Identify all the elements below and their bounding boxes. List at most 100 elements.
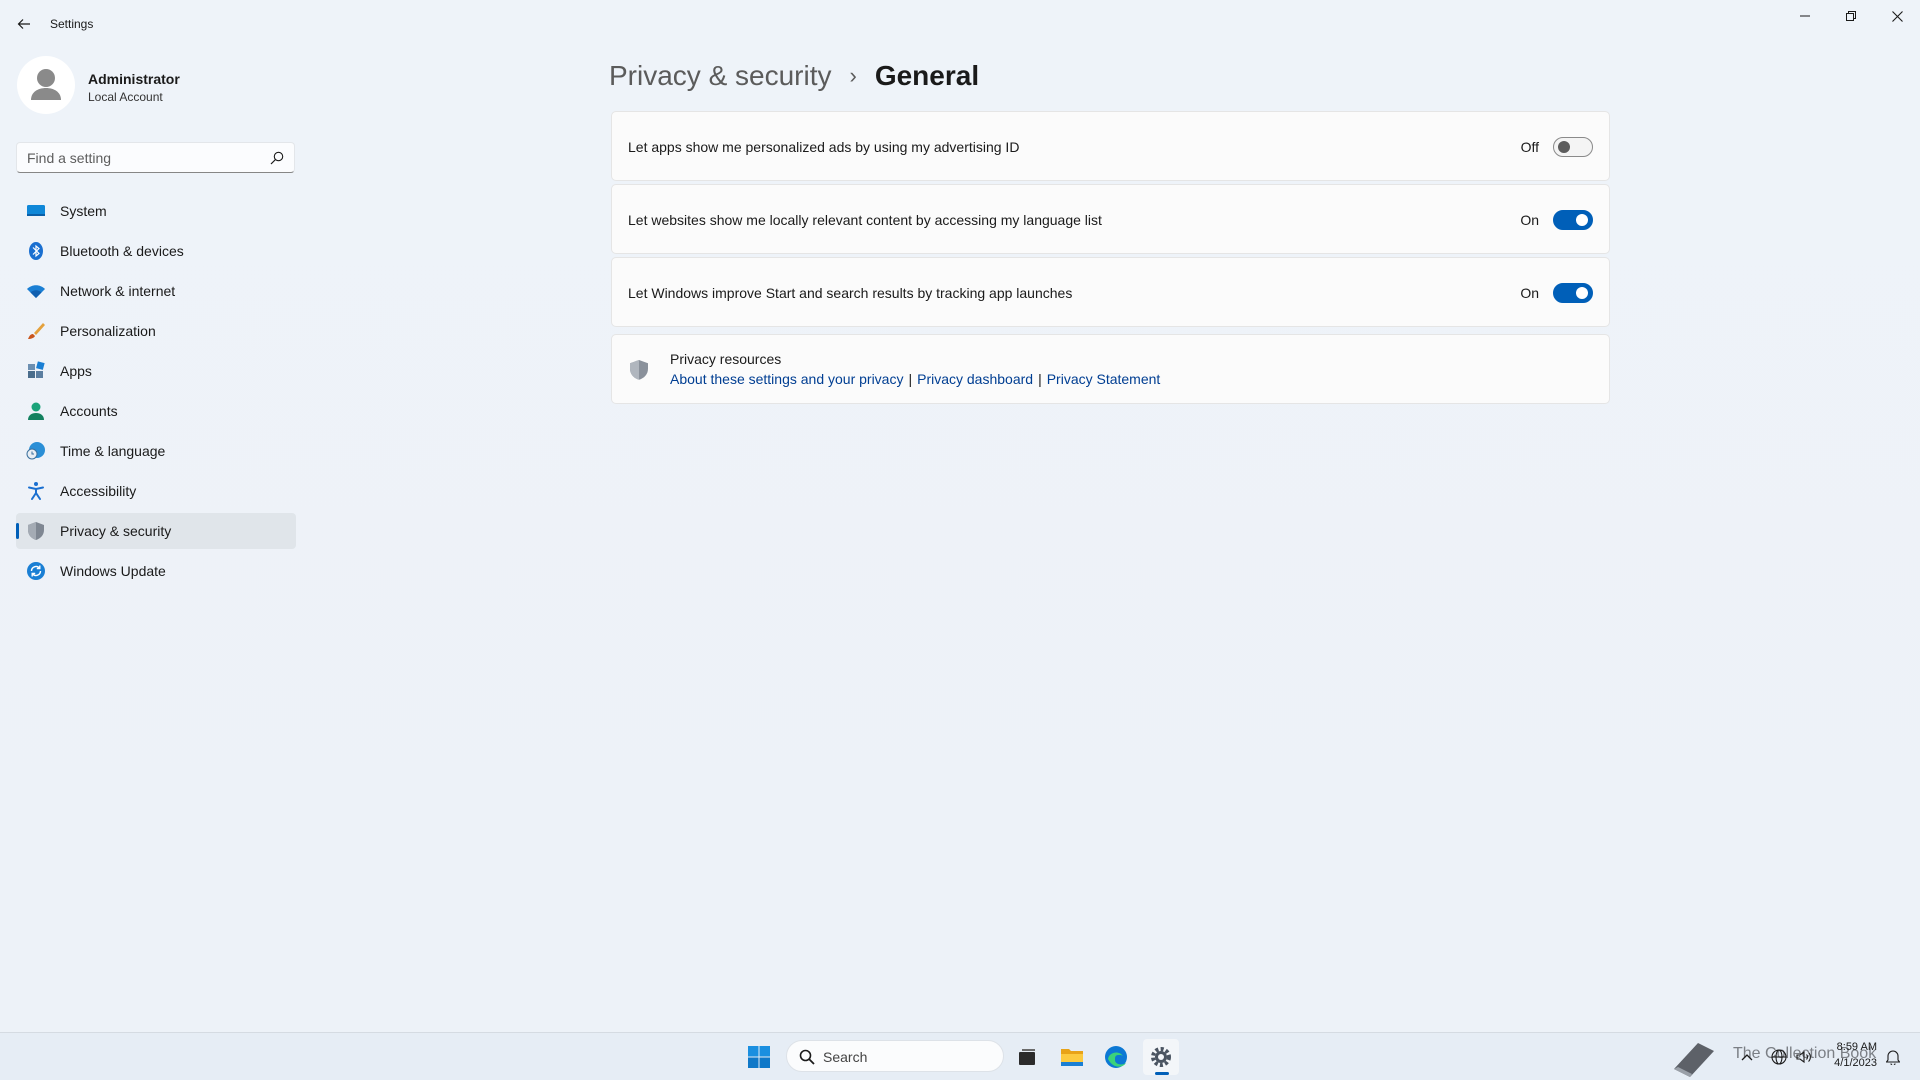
back-button[interactable] (10, 12, 38, 36)
sidebar-item-label: Network & internet (60, 283, 176, 299)
setting-label: Let websites show me locally relevant co… (628, 212, 1102, 228)
settings-search-box[interactable] (16, 142, 295, 173)
toggle-state-text: On (1520, 212, 1539, 228)
sidebar-item-personalization[interactable]: Personalization (16, 313, 296, 349)
sidebar-nav: System Bluetooth & devices Network & int… (16, 193, 296, 593)
apps-icon (26, 361, 46, 381)
restore-button[interactable] (1828, 0, 1874, 32)
sidebar-item-label: Time & language (60, 443, 166, 459)
sidebar-item-system[interactable]: System (16, 193, 296, 229)
sidebar-item-label: Accessibility (60, 483, 137, 499)
shield-icon (26, 521, 46, 541)
edge-icon (1105, 1046, 1127, 1068)
settings-window: Settings Administrator Local Account Sys… (0, 0, 1920, 1032)
breadcrumb-parent[interactable]: Privacy & security (609, 60, 832, 92)
avatar[interactable] (17, 56, 75, 114)
privacy-dashboard-link[interactable]: Privacy dashboard (917, 371, 1033, 387)
toggle-state-text: Off (1520, 139, 1539, 155)
update-icon (26, 561, 46, 581)
advertising-id-toggle[interactable] (1553, 137, 1593, 157)
sidebar-item-bluetooth[interactable]: Bluetooth & devices (16, 233, 296, 269)
search-input[interactable] (27, 149, 267, 167)
minimize-button[interactable] (1782, 0, 1828, 32)
search-icon (799, 1049, 815, 1065)
user-silhouette-icon (31, 69, 61, 100)
sidebar-item-label: Personalization (60, 323, 156, 339)
notifications-button[interactable] (1883, 1047, 1903, 1067)
file-explorer-button[interactable] (1054, 1039, 1090, 1075)
network-status-button[interactable] (1769, 1047, 1789, 1067)
sidebar-item-label: Accounts (60, 403, 118, 419)
book-logo-icon (1674, 1043, 1714, 1077)
sidebar-item-label: Bluetooth & devices (60, 243, 184, 259)
active-indicator (16, 523, 19, 539)
windows-start-icon[interactable] (747, 1045, 771, 1069)
search-icon[interactable] (270, 151, 284, 165)
task-view-button[interactable] (1009, 1039, 1045, 1075)
clock-date[interactable]: 4/1/2023 (1827, 1057, 1877, 1069)
toggle-knob (1576, 287, 1588, 299)
privacy-resources-links: About these settings and your privacy | … (670, 371, 1160, 387)
wifi-icon (26, 281, 46, 301)
restore-icon (1846, 11, 1856, 21)
setting-language-list: Let websites show me locally relevant co… (611, 184, 1610, 254)
sidebar-item-apps[interactable]: Apps (16, 353, 296, 389)
about-settings-link[interactable]: About these settings and your privacy (670, 371, 903, 387)
link-separator: | (1038, 371, 1042, 387)
sidebar-item-network[interactable]: Network & internet (16, 273, 296, 309)
clock-time[interactable]: 8:59 AM (1833, 1041, 1877, 1053)
speaker-icon (1796, 1050, 1811, 1064)
notification-icon (1886, 1050, 1900, 1065)
setting-label: Let Windows improve Start and search res… (628, 285, 1073, 301)
user-name: Administrator (88, 71, 180, 87)
toggle-knob (1558, 141, 1570, 153)
sidebar-item-windows-update[interactable]: Windows Update (16, 553, 296, 589)
chevron-up-icon (1741, 1054, 1753, 1061)
shield-icon (630, 360, 648, 380)
privacy-resources-title: Privacy resources (670, 351, 782, 367)
toggle-state-text: On (1520, 285, 1539, 301)
setting-app-launch-tracking: Let Windows improve Start and search res… (611, 257, 1610, 327)
sidebar-item-label: Windows Update (60, 563, 166, 579)
edge-browser-button[interactable] (1098, 1039, 1134, 1075)
accessibility-icon (26, 481, 46, 501)
sidebar-item-label: Apps (60, 363, 92, 379)
volume-button[interactable] (1794, 1047, 1814, 1067)
link-separator: | (908, 371, 913, 387)
setting-label: Let apps show me personalized ads by usi… (628, 139, 1020, 155)
page-title: General (874, 60, 980, 91)
sidebar-item-label: Privacy & security (60, 523, 172, 539)
close-button[interactable] (1874, 0, 1920, 32)
app-launch-tracking-toggle[interactable] (1553, 283, 1593, 303)
setting-advertising-id: Let apps show me personalized ads by usi… (611, 111, 1610, 181)
sidebar-item-accounts[interactable]: Accounts (16, 393, 296, 429)
account-type: Local Account (88, 90, 163, 104)
taskbar-search[interactable]: Search (786, 1040, 1004, 1072)
language-list-toggle[interactable] (1553, 210, 1593, 230)
tray-overflow-button[interactable] (1737, 1047, 1757, 1067)
title-bar: Settings (0, 0, 1920, 48)
sidebar-item-accessibility[interactable]: Accessibility (16, 473, 296, 509)
system-icon (26, 201, 46, 221)
toggle-knob (1576, 214, 1588, 226)
taskbar-search-label: Search (823, 1049, 868, 1065)
person-icon (26, 401, 46, 421)
privacy-resources-card: Privacy resources About these settings a… (611, 334, 1610, 404)
clock-globe-icon (26, 441, 46, 461)
globe-icon (1771, 1049, 1787, 1065)
breadcrumb-separator: › (849, 63, 857, 88)
active-app-indicator (1155, 1072, 1169, 1075)
breadcrumb: Privacy & security › General (609, 54, 979, 98)
taskbar: Search The Collection Book 8:59 AM 4/1/2… (0, 1032, 1920, 1080)
sidebar-item-privacy-security[interactable]: Privacy & security (16, 513, 296, 549)
settings-app-button[interactable] (1143, 1039, 1179, 1075)
folder-icon (1061, 1049, 1083, 1066)
sidebar-item-label: System (60, 203, 107, 219)
minimize-icon (1800, 15, 1810, 17)
privacy-statement-link[interactable]: Privacy Statement (1047, 371, 1161, 387)
sidebar-item-time-language[interactable]: Time & language (16, 433, 296, 469)
back-arrow-icon (17, 19, 30, 29)
bluetooth-icon (26, 241, 46, 261)
window-title: Settings (50, 17, 94, 31)
close-icon (1891, 10, 1903, 22)
